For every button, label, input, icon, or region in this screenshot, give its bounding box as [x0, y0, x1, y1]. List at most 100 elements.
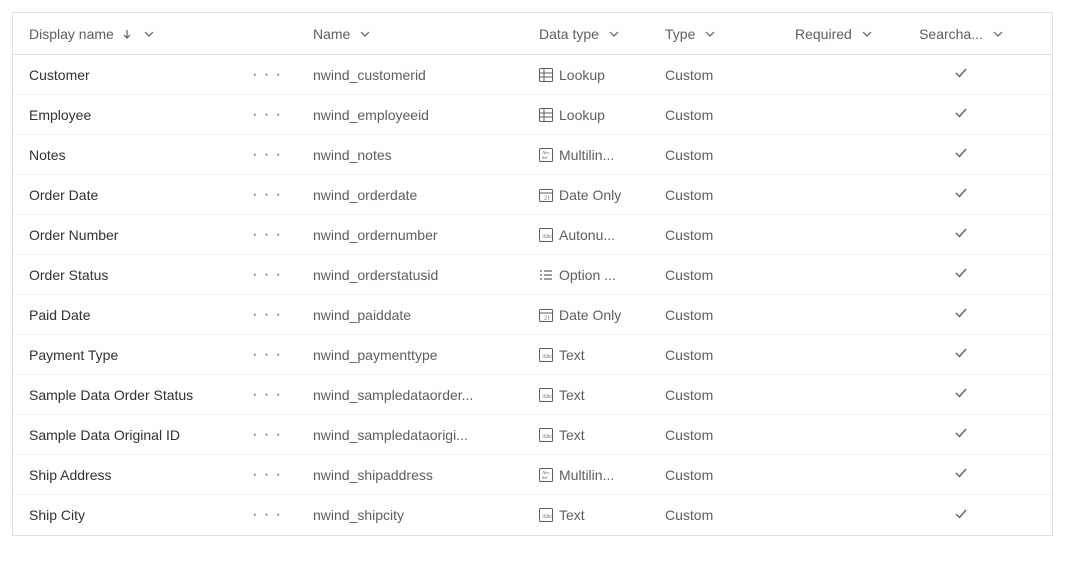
check-icon	[954, 266, 968, 283]
cell-display-name[interactable]: Order Status	[13, 267, 237, 283]
table-row[interactable]: Paid Date· · · nwind_paiddate Date OnlyCus…	[13, 295, 1052, 335]
row-actions-button[interactable]: · · ·	[237, 307, 297, 323]
cell-display-name[interactable]: Sample Data Original ID	[13, 427, 237, 443]
type-text: Custom	[665, 267, 713, 283]
column-header-required[interactable]: Required	[779, 26, 897, 42]
name-text: nwind_employeeid	[313, 107, 429, 123]
table-row[interactable]: Sample Data Original ID· · ·nwind_sample…	[13, 415, 1052, 455]
type-text: Custom	[665, 427, 713, 443]
text-icon	[539, 348, 553, 362]
row-actions-button[interactable]: · · ·	[237, 147, 297, 163]
cell-display-name[interactable]: Notes	[13, 147, 237, 163]
column-header-type[interactable]: Type	[649, 26, 779, 42]
row-actions-button[interactable]: · · ·	[237, 467, 297, 483]
lookup-icon	[539, 68, 553, 82]
row-actions-button[interactable]: · · ·	[237, 347, 297, 363]
chevron-down-icon	[705, 29, 715, 39]
display-name-text: Ship City	[29, 507, 85, 523]
cell-name: nwind_employeeid	[297, 107, 523, 123]
cell-display-name[interactable]: Paid Date	[13, 307, 237, 323]
type-text: Custom	[665, 507, 713, 523]
row-actions-button[interactable]: · · ·	[237, 267, 297, 283]
column-label: Name	[313, 26, 350, 42]
name-text: nwind_paiddate	[313, 307, 411, 323]
check-icon	[954, 507, 968, 524]
type-text: Custom	[665, 67, 713, 83]
check-icon	[954, 426, 968, 443]
option-icon	[539, 268, 553, 282]
table-row[interactable]: Notes · · · nwind_notes Multilin... Custom	[13, 135, 1052, 175]
check-icon	[954, 186, 968, 203]
table-row[interactable]: Sample Data Order Status· · ·nwind_sampl…	[13, 375, 1052, 415]
cell-data-type: Date Only	[523, 307, 649, 323]
type-text: Custom	[665, 107, 713, 123]
display-name-text: Order Status	[29, 267, 108, 283]
display-name-text: Notes	[29, 147, 66, 163]
autonum-icon	[539, 228, 553, 242]
display-name-text: Order Number	[29, 227, 118, 243]
column-header-display-name[interactable]: Display name	[13, 26, 237, 42]
more-icon: · · ·	[252, 467, 282, 483]
row-actions-button[interactable]: · · ·	[237, 187, 297, 203]
cell-type: Custom	[649, 307, 779, 323]
cell-type: Custom	[649, 267, 779, 283]
table-row[interactable]: Order Date· · ·nwind_orderdateDate OnlyC…	[13, 175, 1052, 215]
date-icon	[539, 308, 553, 322]
check-icon	[954, 386, 968, 403]
cell-name: nwind_sampledataorigi...	[297, 427, 523, 443]
cell-type: Custom	[649, 67, 779, 83]
table-header-row: Display name Name Data type Type Require…	[13, 13, 1052, 55]
text-icon	[539, 508, 553, 522]
cell-data-type: Text	[523, 387, 649, 403]
data-type-text: Text	[559, 507, 585, 523]
name-text: nwind_customerid	[313, 67, 426, 83]
cell-display-name[interactable]: Customer	[13, 67, 237, 83]
table-row[interactable]: Customer· · ·nwind_customeridLookupCusto…	[13, 55, 1052, 95]
column-header-data-type[interactable]: Data type	[523, 26, 649, 42]
row-actions-button[interactable]: · · ·	[237, 387, 297, 403]
table-row[interactable]: Order Status· · ·nwind_orderstatusidOpti…	[13, 255, 1052, 295]
cell-searchable	[897, 426, 1017, 443]
cell-display-name[interactable]: Ship City	[13, 507, 237, 523]
more-icon: · · ·	[252, 227, 282, 243]
display-name-text: Employee	[29, 107, 91, 123]
cell-name: nwind_notes	[297, 147, 523, 163]
table-row[interactable]: Ship Address· · ·nwind_shipaddressMultil…	[13, 455, 1052, 495]
column-header-name[interactable]: Name	[297, 26, 523, 42]
table-row[interactable]: Ship City· · ·nwind_shipcityTextCustom	[13, 495, 1052, 535]
row-actions-button[interactable]: · · ·	[237, 107, 297, 123]
check-icon	[954, 226, 968, 243]
data-type-text: Autonu...	[559, 227, 615, 243]
type-text: Custom	[665, 147, 713, 163]
name-text: nwind_notes	[313, 147, 392, 163]
cell-searchable	[897, 346, 1017, 363]
date-icon	[539, 188, 553, 202]
name-text: nwind_ordernumber	[313, 227, 438, 243]
cell-display-name[interactable]: Sample Data Order Status	[13, 387, 237, 403]
data-type-text: Multilin...	[559, 147, 614, 163]
check-icon	[954, 466, 968, 483]
cell-display-name[interactable]: Order Number	[13, 227, 237, 243]
check-icon	[954, 146, 968, 163]
column-header-searchable[interactable]: Searcha...	[897, 26, 1017, 42]
cell-display-name[interactable]: Ship Address	[13, 467, 237, 483]
fields-table: Display name Name Data type Type Require…	[12, 12, 1053, 536]
table-row[interactable]: Payment Type· · ·nwind_paymenttypeTextCu…	[13, 335, 1052, 375]
cell-display-name[interactable]: Employee	[13, 107, 237, 123]
cell-type: Custom	[649, 147, 779, 163]
table-row[interactable]: Employee· · ·nwind_employeeidLookupCusto…	[13, 95, 1052, 135]
cell-data-type: Multilin...	[523, 147, 649, 163]
cell-display-name[interactable]: Order Date	[13, 187, 237, 203]
row-actions-button[interactable]: · · ·	[237, 427, 297, 443]
chevron-down-icon	[144, 29, 154, 39]
row-actions-button[interactable]: · · ·	[237, 227, 297, 243]
cell-display-name[interactable]: Payment Type	[13, 347, 237, 363]
chevron-down-icon	[360, 29, 370, 39]
cell-searchable	[897, 466, 1017, 483]
row-actions-button[interactable]: · · ·	[237, 67, 297, 83]
table-row[interactable]: Order Number · · · nwind_ordernumber Autonu…	[13, 215, 1052, 255]
data-type-text: Multilin...	[559, 467, 614, 483]
lookup-icon	[539, 108, 553, 122]
cell-name: nwind_paymenttype	[297, 347, 523, 363]
row-actions-button[interactable]: · · ·	[237, 507, 297, 523]
